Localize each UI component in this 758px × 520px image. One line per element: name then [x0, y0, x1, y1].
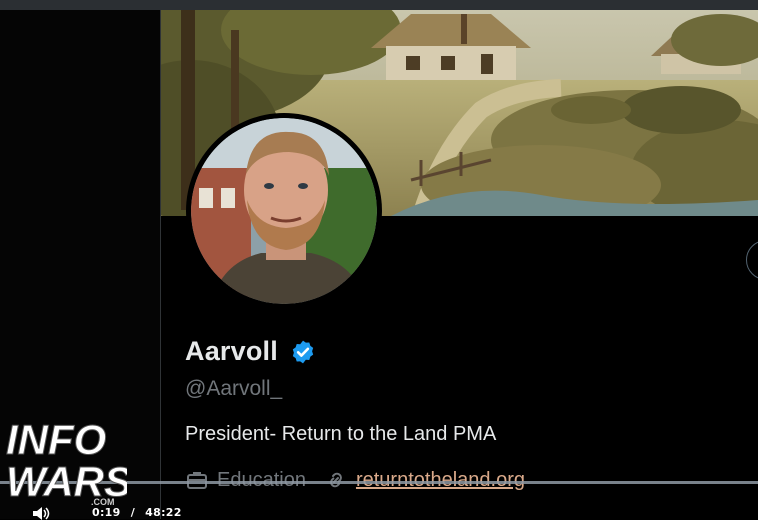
video-controls: 0:19 / 48:22	[0, 506, 758, 520]
video-current-time: 0:19	[92, 506, 121, 519]
profile-bio: President- Return to the Land PMA	[185, 423, 497, 445]
link-icon	[330, 472, 342, 488]
avatar[interactable]	[191, 118, 377, 304]
video-time-separator: /	[130, 506, 136, 519]
profile-category: Education	[217, 468, 306, 491]
profile-meta-row: Education returntotheland.org	[185, 466, 525, 494]
profile-display-name: Aarvoll	[185, 336, 278, 366]
volume-icon[interactable]	[33, 507, 51, 520]
verified-check-icon[interactable]	[290, 339, 316, 365]
infowars-logo: INFO WARS .COM	[6, 416, 128, 507]
video-duration: 48:22	[145, 506, 182, 519]
video-time-readout: 0:19 / 48:22	[92, 506, 182, 519]
briefcase-icon	[187, 472, 207, 489]
logo-line1: INFO	[6, 416, 106, 463]
more-options-button[interactable]	[746, 240, 758, 280]
profile-website-link[interactable]: returntotheland.org	[356, 469, 525, 492]
window-top-strip	[0, 0, 758, 10]
logo-small: .COM	[91, 497, 115, 506]
avatar-ring	[186, 113, 382, 309]
profile-handle: @Aarvoll_	[185, 377, 283, 400]
